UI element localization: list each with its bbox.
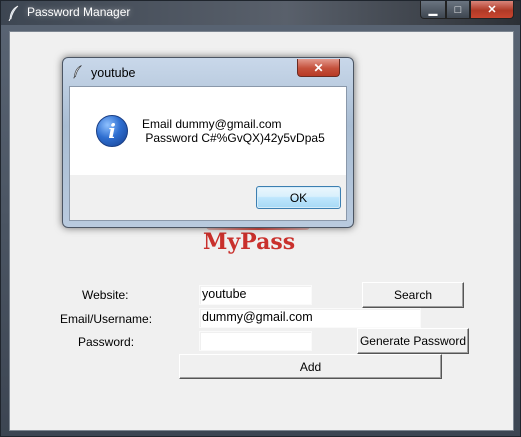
close-icon: ✕ bbox=[313, 60, 324, 75]
title-bar: Password Manager ▁ □ ✕ bbox=[1, 1, 520, 25]
add-button[interactable]: Add bbox=[179, 354, 442, 379]
dialog-message-line1: Email dummy@gmail.com bbox=[142, 117, 282, 131]
dialog-message: Email dummy@gmail.com Password C#%GvQX)4… bbox=[142, 117, 325, 145]
dialog-body: i Email dummy@gmail.com Password C#%GvQX… bbox=[69, 86, 347, 221]
minimize-icon: ▁ bbox=[428, 4, 438, 16]
maximize-button[interactable]: □ bbox=[446, 1, 470, 19]
dialog-message-line2: Password C#%GvQX)42y5vDpa5 bbox=[142, 131, 325, 145]
ok-button[interactable]: OK bbox=[256, 186, 341, 209]
info-dialog: youtube ✕ i Email dummy@gmail.com Passwo… bbox=[62, 57, 354, 228]
close-button[interactable]: ✕ bbox=[470, 1, 514, 19]
minimize-button[interactable]: ▁ bbox=[420, 1, 446, 19]
search-button[interactable]: Search bbox=[362, 282, 464, 308]
dialog-title: youtube bbox=[91, 66, 136, 80]
website-input[interactable]: youtube bbox=[199, 285, 312, 305]
dialog-close-button[interactable]: ✕ bbox=[297, 59, 340, 77]
password-label: Password: bbox=[78, 335, 135, 349]
close-icon: ✕ bbox=[487, 4, 497, 16]
email-input[interactable]: dummy@gmail.com bbox=[199, 308, 421, 328]
window-controls: ▁ □ ✕ bbox=[420, 1, 514, 19]
info-icon: i bbox=[96, 115, 128, 147]
password-input[interactable] bbox=[199, 331, 312, 351]
feather-icon bbox=[8, 5, 19, 21]
email-label: Email/Username: bbox=[60, 312, 153, 326]
maximize-icon: □ bbox=[454, 3, 462, 16]
generate-password-button[interactable]: Generate Password bbox=[357, 328, 469, 354]
website-label: Website: bbox=[82, 288, 129, 302]
window-title: Password Manager bbox=[27, 5, 131, 19]
logo-text: MyPass bbox=[203, 229, 296, 255]
dialog-message-area: i Email dummy@gmail.com Password C#%GvQX… bbox=[70, 87, 346, 175]
dialog-feather-icon bbox=[73, 65, 82, 79]
